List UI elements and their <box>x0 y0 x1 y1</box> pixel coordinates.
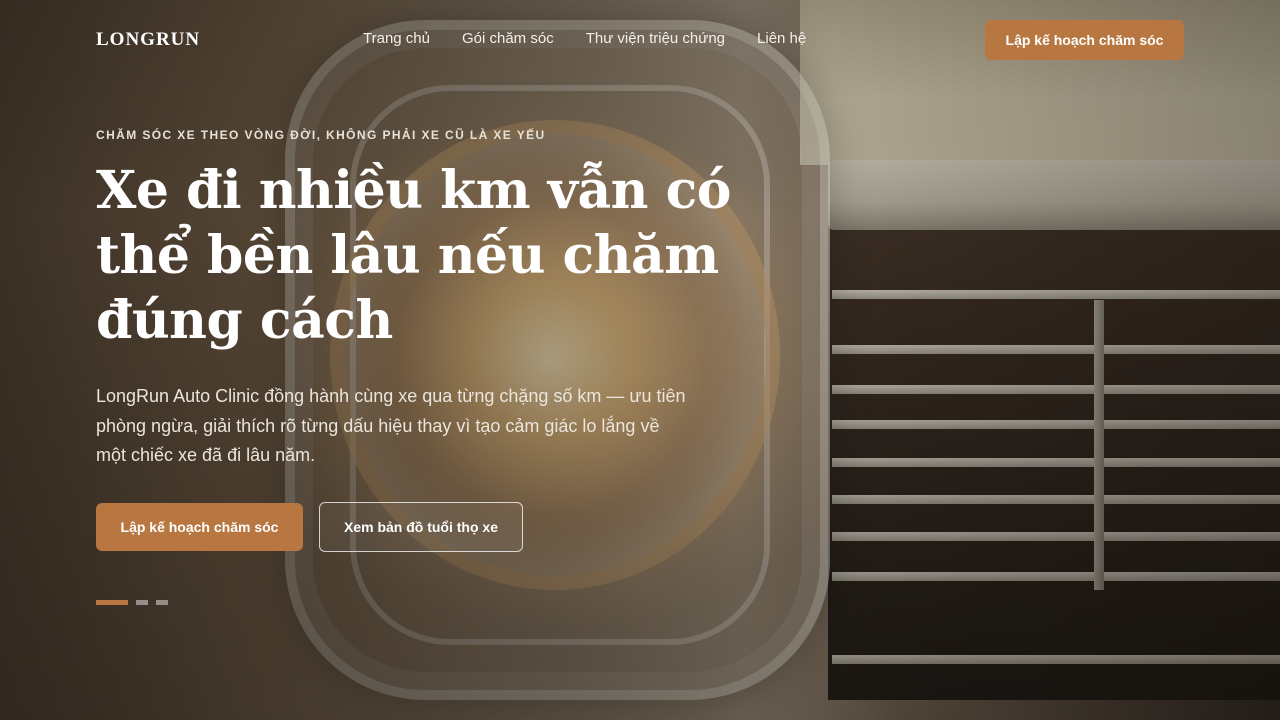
hero-lead-text: LongRun Auto Clinic đồng hành cùng xe qu… <box>96 386 686 465</box>
slide-indicator <box>96 600 168 605</box>
nav-item-home[interactable]: Trang chủ <box>363 30 430 47</box>
nav-item-contact[interactable]: Liên hệ <box>757 30 806 47</box>
care-plan-button[interactable]: Lập kế hoạch chăm sóc <box>96 503 303 551</box>
site-header: LONGRUN Trang chủ Gói chăm sóc Thư viện … <box>0 0 1280 80</box>
hero-eyebrow: CHĂM SÓC XE THEO VÒNG ĐỜI, KHÔNG PHẢI XE… <box>96 128 546 142</box>
slide-dot[interactable] <box>156 600 168 605</box>
main-nav: Trang chủ Gói chăm sóc Thư viện triệu ch… <box>363 30 806 47</box>
nav-item-care-packages[interactable]: Gói chăm sóc <box>462 30 554 47</box>
slide-dot[interactable] <box>136 600 148 605</box>
nav-item-symptom-library[interactable]: Thư viện triệu chứng <box>586 30 725 47</box>
vehicle-lifespan-map-button[interactable]: Xem bản đồ tuổi thọ xe <box>319 502 523 552</box>
hero-headline: Xe đi nhiều km vẫn có thể bền lâu nếu ch… <box>96 160 731 351</box>
slide-dot[interactable] <box>96 600 128 605</box>
brand-logo[interactable]: LONGRUN <box>96 29 200 51</box>
hero-section: LONGRUN Trang chủ Gói chăm sóc Thư viện … <box>0 0 1280 720</box>
header-care-plan-button[interactable]: Lập kế hoạch chăm sóc <box>985 20 1184 60</box>
hero-overlay <box>0 0 1280 720</box>
